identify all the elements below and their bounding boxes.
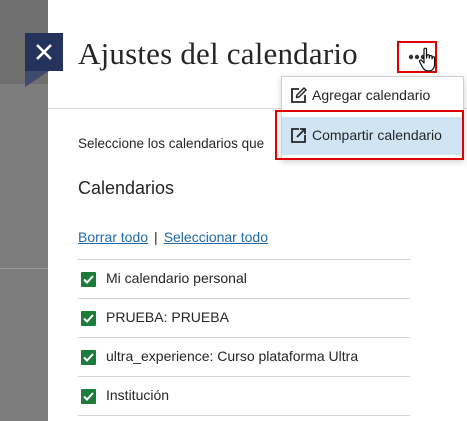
checkmark-icon (83, 275, 94, 284)
checkmark-icon (83, 314, 94, 323)
close-icon (36, 44, 52, 60)
hand-pointer-cursor-icon (418, 47, 436, 72)
menu-item-label: Agregar calendario (312, 87, 431, 103)
calendar-list: Mi calendario personal PRUEBA: PRUEBA ul… (78, 259, 410, 416)
backdrop-divider (0, 268, 48, 269)
calendar-item-label: PRUEBA: PRUEBA (106, 309, 229, 325)
calendar-item-institution[interactable]: Institución (78, 377, 410, 415)
close-panel-button[interactable] (25, 33, 63, 71)
calendar-item-ultra-experience[interactable]: ultra_experience: Curso plataforma Ultra (78, 338, 410, 376)
more-options-menu: Agregar calendario Compartir calendario (281, 76, 464, 160)
share-icon (291, 128, 306, 143)
calendar-item-personal[interactable]: Mi calendario personal (78, 260, 410, 298)
checkbox-checked[interactable] (81, 389, 96, 404)
menu-item-add-calendar[interactable]: Agregar calendario (282, 77, 463, 115)
calendar-item-label: Institución (106, 387, 170, 403)
panel-title: Ajustes del calendario (78, 36, 358, 71)
checkmark-icon (83, 353, 94, 362)
checkbox-checked[interactable] (81, 272, 96, 287)
clear-all-link[interactable]: Borrar todo (78, 229, 148, 245)
calendars-heading: Calendarios (78, 178, 175, 198)
calendar-item-label: Mi calendario personal (106, 270, 247, 286)
list-divider (78, 415, 410, 416)
menu-item-label: Compartir calendario (312, 127, 442, 143)
edit-icon (291, 87, 307, 103)
close-button-tab (25, 71, 49, 87)
calendar-item-label: ultra_experience: Curso plataforma Ultra (106, 348, 359, 364)
checkmark-icon (83, 392, 94, 401)
checkbox-checked[interactable] (81, 311, 96, 326)
links-separator: | (154, 229, 158, 245)
calendar-item-prueba[interactable]: PRUEBA: PRUEBA (78, 299, 410, 337)
checkbox-checked[interactable] (81, 350, 96, 365)
instructions-text: Seleccione los calendarios que (78, 136, 265, 151)
bulk-selection-links: Borrar todo | Seleccionar todo (78, 229, 268, 245)
select-all-link[interactable]: Seleccionar todo (164, 229, 268, 245)
menu-item-share-calendar[interactable]: Compartir calendario (282, 117, 463, 155)
